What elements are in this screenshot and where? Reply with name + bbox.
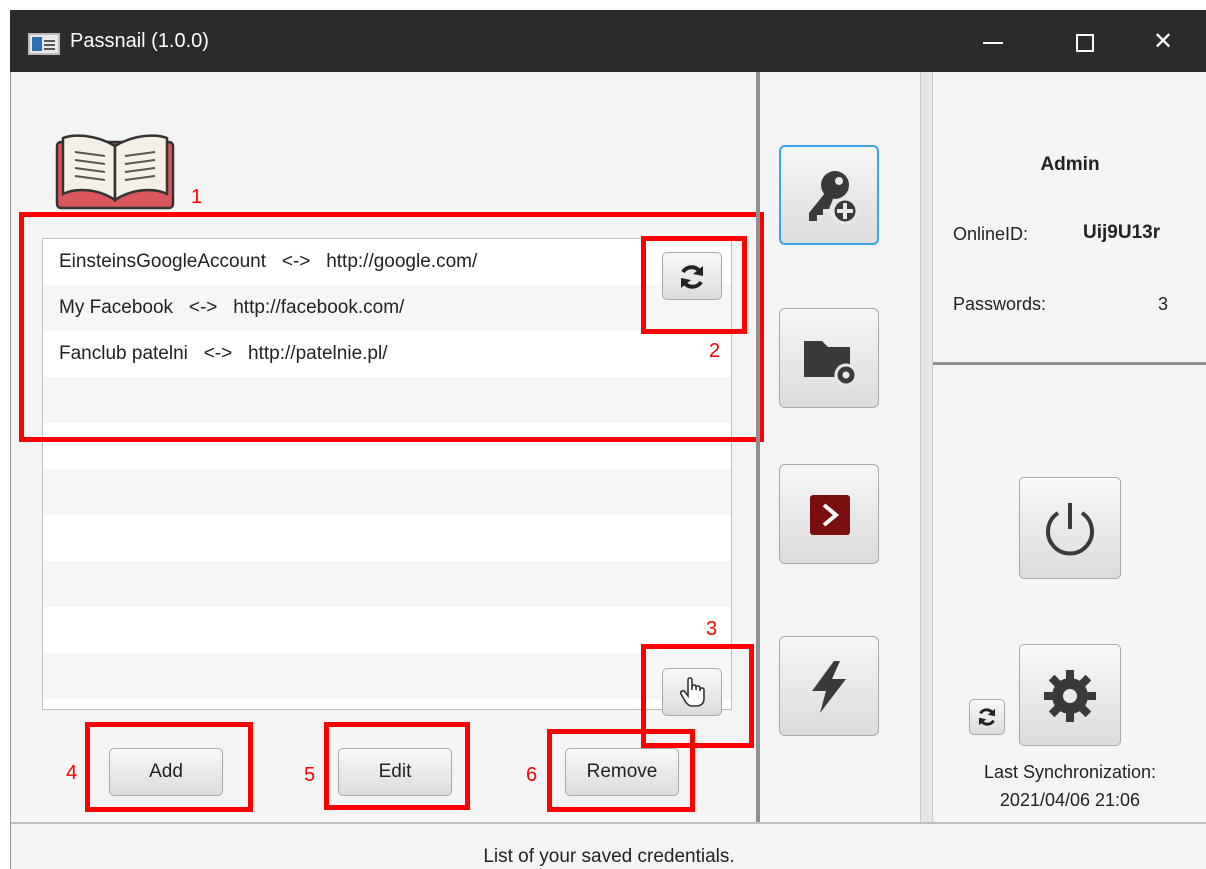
annotation-box-2 bbox=[641, 236, 747, 334]
list-item[interactable] bbox=[43, 607, 731, 653]
status-bar: List of your saved credentials. bbox=[11, 822, 1206, 869]
minimize-button[interactable] bbox=[968, 22, 1018, 62]
logout-button[interactable] bbox=[1019, 477, 1121, 579]
power-icon bbox=[1046, 503, 1094, 556]
chevron-right-icon bbox=[810, 495, 850, 535]
close-button[interactable]: ✕ bbox=[1138, 22, 1188, 62]
key-add-icon bbox=[809, 171, 859, 225]
passwords-label: Passwords: bbox=[953, 294, 1047, 314]
annotation-box-6 bbox=[547, 729, 695, 812]
close-icon: ✕ bbox=[1152, 28, 1174, 55]
annotation-label-4: 4 bbox=[66, 762, 78, 784]
maximize-button[interactable] bbox=[1060, 22, 1110, 62]
folder-settings-button[interactable] bbox=[779, 308, 879, 408]
settings-button[interactable] bbox=[1019, 644, 1121, 746]
terminal-button[interactable] bbox=[779, 464, 879, 564]
lightning-icon bbox=[812, 661, 846, 713]
annotation-label-6: 6 bbox=[526, 764, 538, 786]
annotation-box-5 bbox=[324, 722, 470, 810]
lightning-button[interactable] bbox=[779, 636, 879, 736]
app-icon bbox=[28, 33, 60, 55]
folder-settings-icon bbox=[804, 341, 858, 387]
last-sync-label: Last Synchronization: bbox=[983, 762, 1157, 782]
status-text: List of your saved credentials. bbox=[483, 846, 735, 867]
online-id-value: Uij9U13r bbox=[1083, 222, 1161, 243]
book-icon bbox=[55, 134, 175, 210]
annotation-box-4 bbox=[85, 722, 253, 812]
list-item[interactable] bbox=[43, 469, 731, 515]
sync-button[interactable] bbox=[969, 699, 1005, 735]
account-name: Admin bbox=[1040, 154, 1100, 175]
annotation-label-2: 2 bbox=[709, 340, 721, 362]
last-sync-value: 2021/04/06 21:06 bbox=[999, 790, 1141, 810]
divider[interactable] bbox=[920, 72, 933, 822]
add-key-button[interactable] bbox=[779, 145, 879, 245]
list-item[interactable] bbox=[43, 699, 731, 709]
title-bar[interactable]: Passnail (1.0.0) ✕ bbox=[10, 10, 1206, 72]
list-item[interactable] bbox=[43, 561, 731, 607]
refresh-icon bbox=[978, 708, 996, 726]
list-item[interactable] bbox=[43, 515, 731, 561]
annotation-label-1: 1 bbox=[191, 186, 203, 208]
passwords-count: 3 bbox=[1158, 294, 1169, 314]
main-window: EinsteinsGoogleAccount <-> http://google… bbox=[10, 72, 1206, 869]
maximize-icon bbox=[1076, 33, 1094, 52]
annotation-label-5: 5 bbox=[304, 764, 316, 786]
annotation-label-3: 3 bbox=[706, 618, 718, 640]
online-id-label: OnlineID: bbox=[953, 224, 1029, 244]
gear-icon bbox=[1044, 670, 1096, 722]
credentials-pane: EinsteinsGoogleAccount <-> http://google… bbox=[11, 72, 764, 822]
divider[interactable] bbox=[933, 362, 1206, 365]
account-pane: Admin OnlineID: Uij9U13r Passwords: 3 La… bbox=[933, 72, 1206, 822]
window-title: Passnail (1.0.0) bbox=[70, 30, 209, 52]
minimize-icon bbox=[983, 41, 1003, 44]
list-item[interactable] bbox=[43, 653, 731, 699]
